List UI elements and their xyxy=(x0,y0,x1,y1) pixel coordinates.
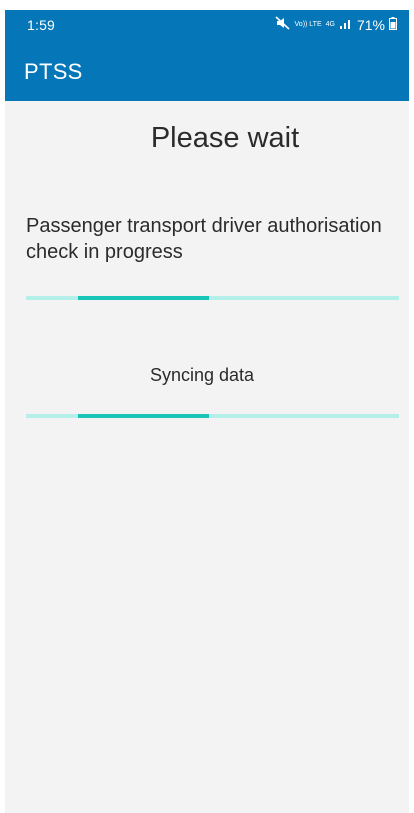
screen: 1:59 Vo)) LTE 4G 71% PTSS Please wait Pa… xyxy=(5,10,409,813)
sync-progress-indicator xyxy=(78,414,209,418)
battery-icon xyxy=(389,16,397,33)
volte-label: Vo)) LTE xyxy=(294,21,322,28)
battery-percent: 71% xyxy=(356,16,385,33)
status-bar: 1:59 Vo)) LTE 4G 71% xyxy=(5,10,409,42)
sync-progress-bar xyxy=(26,414,399,418)
authorisation-status-text: Passenger transport driver authorisation… xyxy=(26,215,382,263)
app-title: PTSS xyxy=(24,59,83,84)
status-icons: Vo)) LTE 4G 71% xyxy=(274,16,397,33)
network-label: 4G xyxy=(325,21,335,28)
signal-icon xyxy=(339,17,353,33)
page-title: Please wait xyxy=(150,122,300,154)
sync-status-text: Syncing data xyxy=(149,365,255,385)
authorisation-progress-bar xyxy=(26,296,399,300)
mute-icon xyxy=(274,16,291,33)
app-bar: PTSS xyxy=(5,42,409,101)
authorisation-progress-indicator xyxy=(78,296,209,300)
status-time: 1:59 xyxy=(27,17,56,33)
